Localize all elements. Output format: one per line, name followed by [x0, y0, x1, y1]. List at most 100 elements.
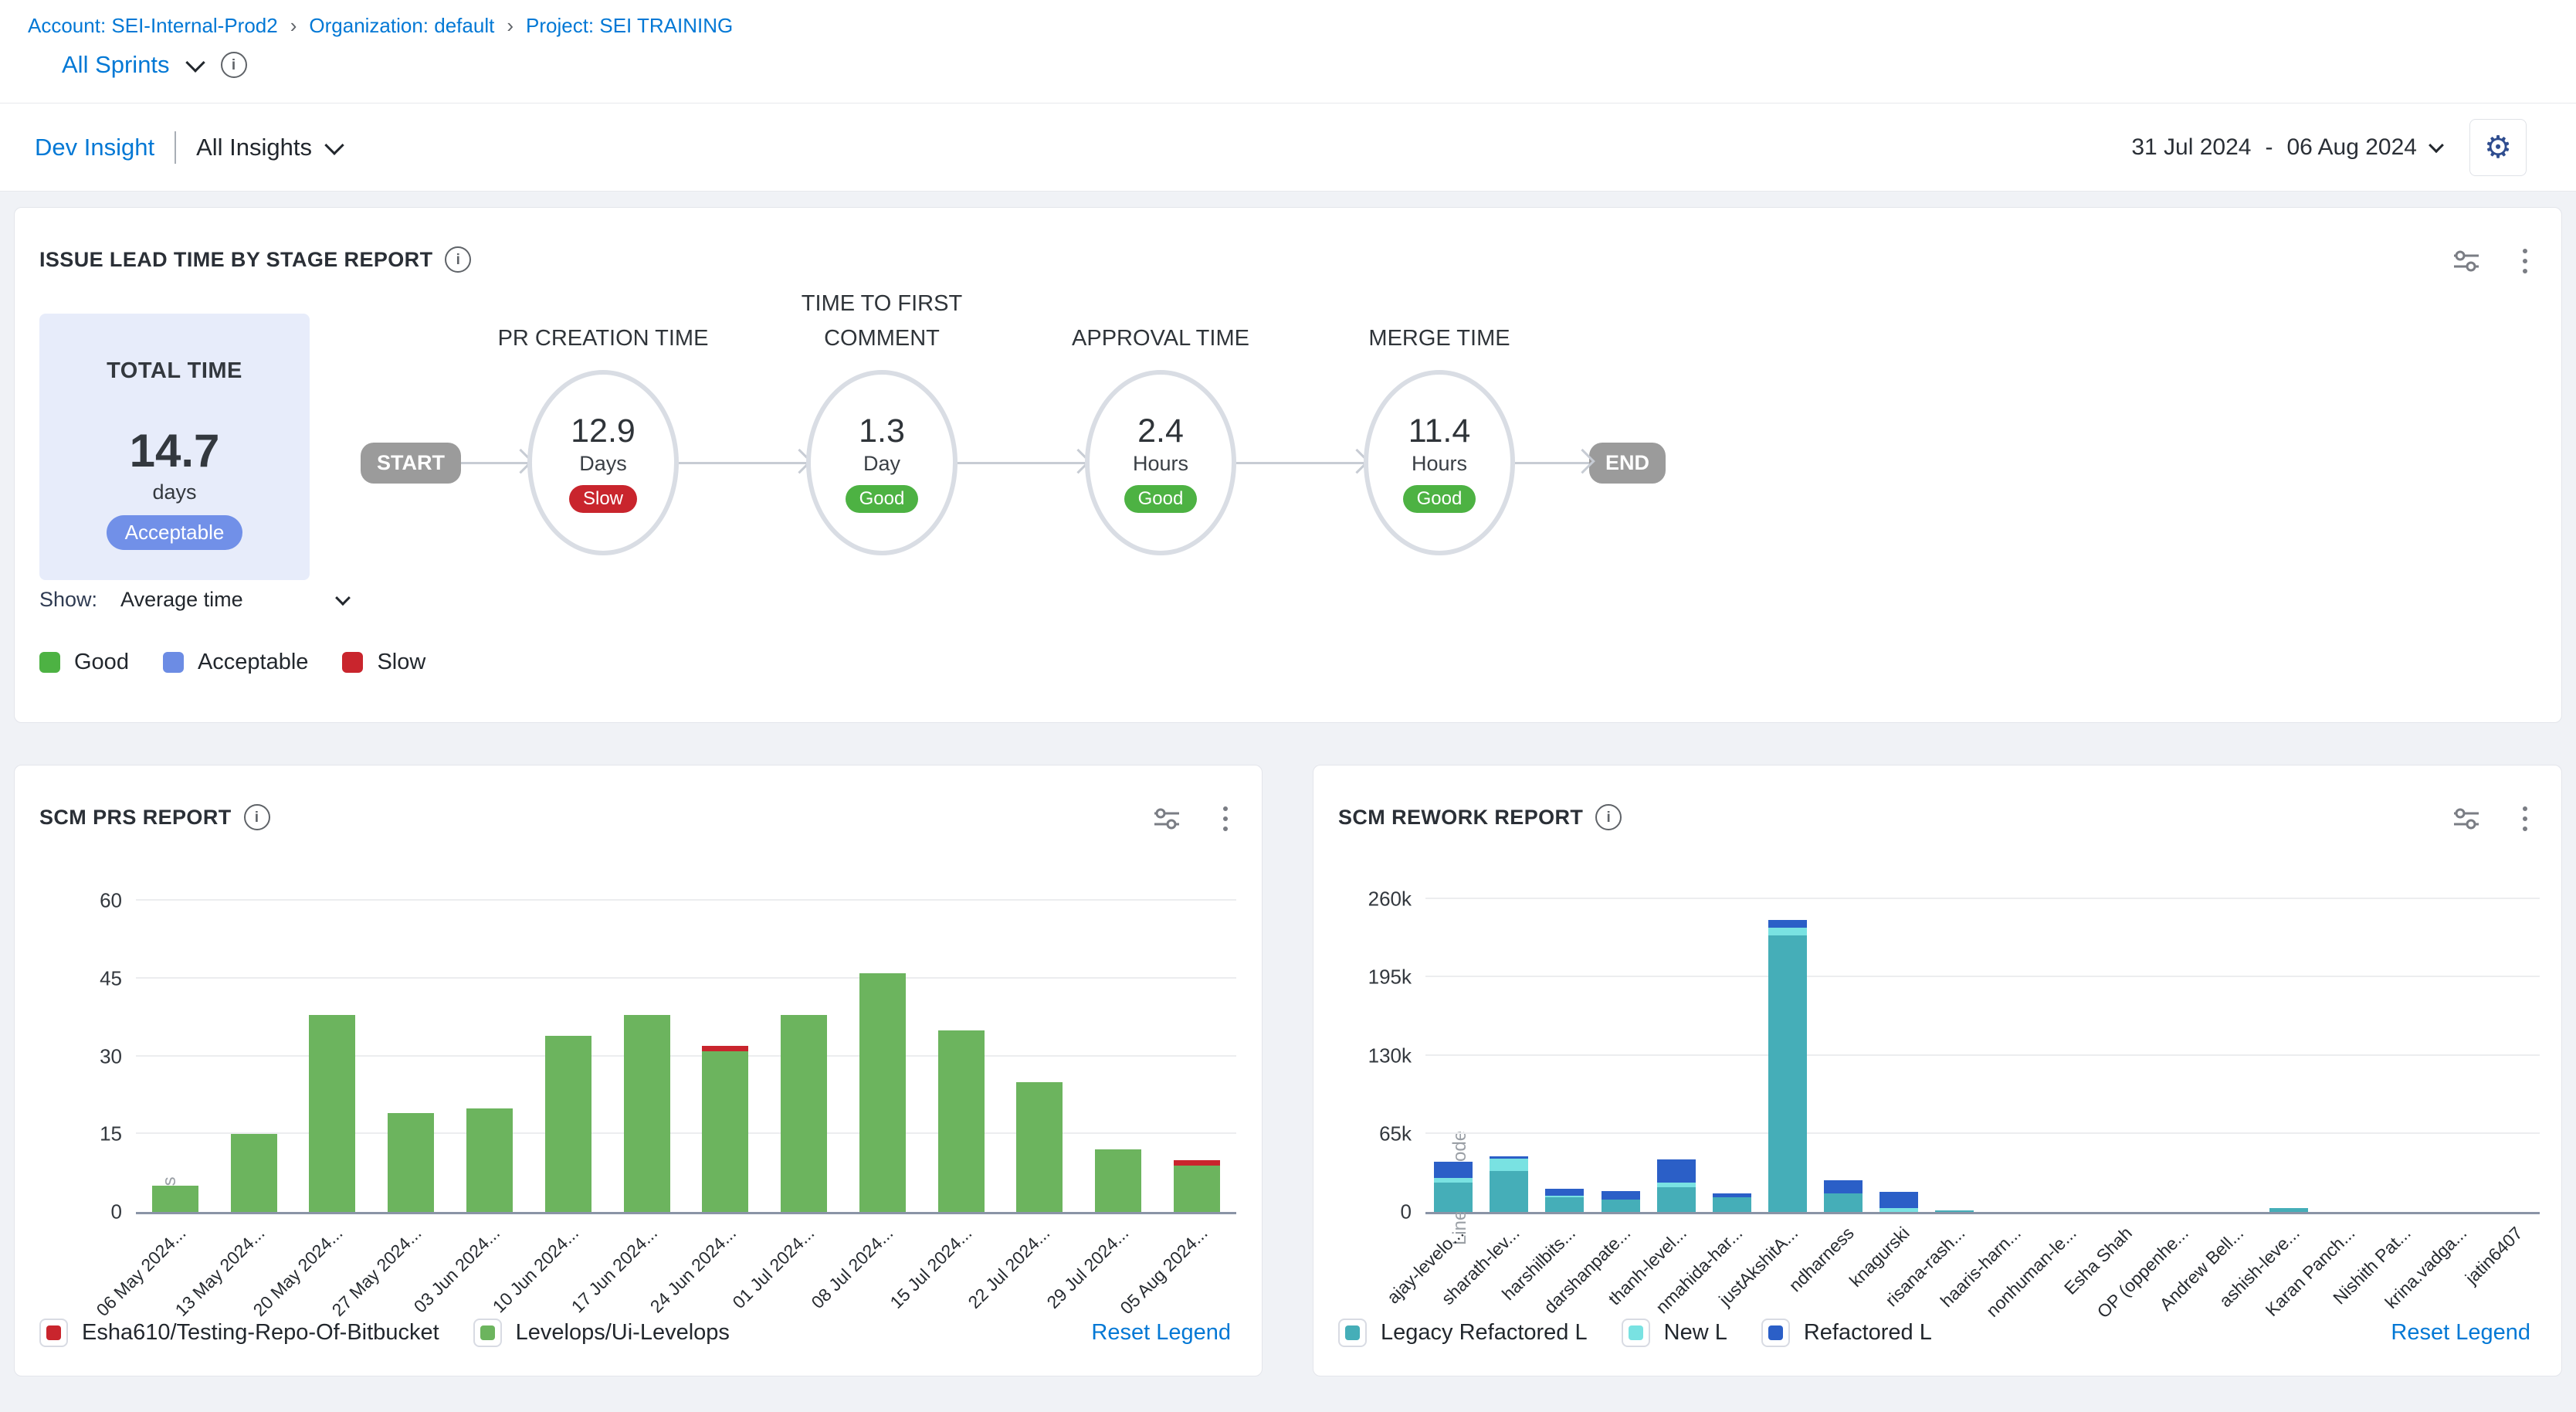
legend-item[interactable]: Refactored L — [1761, 1319, 1932, 1347]
bar-column[interactable]: Nishith Pat... — [2373, 899, 2429, 1212]
bar-column[interactable]: sharath-lev... — [1481, 899, 1537, 1212]
stage-circle[interactable]: 1.3 Day Good — [806, 370, 958, 555]
bar-segment[interactable] — [1434, 1183, 1473, 1212]
bar-segment[interactable] — [1434, 1162, 1473, 1177]
bar-column[interactable]: krina.vadga... — [2429, 899, 2484, 1212]
filter-sliders-icon[interactable] — [2450, 245, 2483, 277]
reset-legend-link[interactable]: Reset Legend — [2391, 1320, 2530, 1346]
date-range-picker[interactable]: 31 Jul 2024 - 06 Aug 2024 — [2131, 134, 2442, 161]
bar-column[interactable]: 22 Jul 2024... — [1001, 901, 1080, 1212]
breadcrumb-organization[interactable]: Organization: default — [309, 14, 494, 38]
legend-item[interactable]: Legacy Refactored L — [1338, 1319, 1588, 1347]
bar-segment[interactable] — [388, 1113, 434, 1212]
reset-legend-link[interactable]: Reset Legend — [1091, 1320, 1231, 1346]
bar-segment[interactable] — [624, 1015, 670, 1212]
bar-column[interactable]: 17 Jun 2024... — [608, 901, 686, 1212]
module-title[interactable]: Dev Insight — [35, 134, 154, 161]
bar-segment[interactable] — [702, 1046, 748, 1051]
bar-column[interactable]: nonhuman-le... — [2039, 899, 2094, 1212]
bar-column[interactable]: 08 Jul 2024... — [843, 901, 922, 1212]
bar-column[interactable]: ajay-levelo... — [1425, 899, 1481, 1212]
bar-column[interactable]: 29 Jul 2024... — [1079, 901, 1158, 1212]
bar-column[interactable]: nmahida-har... — [1704, 899, 1760, 1212]
bar-segment[interactable] — [781, 1015, 827, 1212]
filter-sliders-icon[interactable] — [2450, 803, 2483, 835]
bar-column[interactable]: 15 Jul 2024... — [922, 901, 1001, 1212]
bar-segment[interactable] — [1602, 1191, 1640, 1200]
bar-column[interactable]: 10 Jun 2024... — [529, 901, 608, 1212]
bar-segment[interactable] — [231, 1134, 277, 1212]
legend-item[interactable]: Levelops/Ui-Levelops — [473, 1319, 730, 1347]
info-icon[interactable]: i — [1595, 804, 1622, 830]
bar-segment[interactable] — [1490, 1159, 1528, 1171]
legend-item[interactable]: New L — [1622, 1319, 1727, 1347]
bar-segment[interactable] — [1602, 1200, 1640, 1212]
bar-segment[interactable] — [1016, 1082, 1063, 1212]
chevron-down-icon[interactable] — [185, 53, 205, 72]
bar-segment[interactable] — [1174, 1166, 1220, 1212]
settings-gear-button[interactable]: ⚙ — [2469, 119, 2527, 176]
bar-segment[interactable] — [1657, 1187, 1696, 1212]
bar-segment[interactable] — [1545, 1189, 1584, 1196]
bar-segment[interactable] — [1824, 1193, 1863, 1212]
bar-column[interactable]: 20 May 2024... — [293, 901, 372, 1212]
bar-column[interactable]: OP (oppenhe... — [2150, 899, 2205, 1212]
bar-column[interactable]: thanh-level... — [1649, 899, 1704, 1212]
bar-column[interactable]: 05 Aug 2024... — [1158, 901, 1236, 1212]
bar-column[interactable]: ashish-leve... — [2261, 899, 2317, 1212]
bar-segment[interactable] — [1768, 935, 1807, 1212]
bar-segment[interactable] — [1657, 1159, 1696, 1183]
bar-segment[interactable] — [2269, 1208, 2308, 1212]
bar-column[interactable]: haaris-harn... — [1983, 899, 2039, 1212]
bar-segment[interactable] — [1545, 1197, 1584, 1212]
stage-circle[interactable]: 2.4 Hours Good — [1085, 370, 1236, 555]
breadcrumb-account[interactable]: Account: SEI-Internal-Prod2 — [28, 14, 278, 38]
kebab-menu-icon[interactable] — [2520, 803, 2530, 834]
bar-column[interactable]: justAkshitA... — [1760, 899, 1815, 1212]
insight-selector[interactable]: All Insights — [196, 134, 341, 161]
bar-column[interactable]: Karan Panch... — [2317, 899, 2373, 1212]
bar-segment[interactable] — [309, 1015, 355, 1212]
bar-segment[interactable] — [1768, 920, 1807, 928]
prs-bar-chart[interactable]: PRs 01530456006 May 2024...13 May 2024..… — [136, 901, 1236, 1214]
bar-segment[interactable] — [1490, 1171, 1528, 1212]
kebab-menu-icon[interactable] — [2520, 246, 2530, 277]
bar-column[interactable]: 24 Jun 2024... — [686, 901, 764, 1212]
bar-segment[interactable] — [545, 1036, 591, 1212]
rework-bar-chart[interactable]: Lines of Code 065k130k195k260kajay-level… — [1425, 899, 2540, 1214]
bar-segment[interactable] — [466, 1108, 513, 1212]
bar-segment[interactable] — [938, 1030, 985, 1212]
bar-segment[interactable] — [152, 1186, 198, 1212]
info-icon[interactable]: i — [221, 52, 247, 78]
bar-column[interactable]: 06 May 2024... — [136, 901, 215, 1212]
bar-segment[interactable] — [1879, 1192, 1918, 1208]
sprint-selector[interactable]: All Sprints i — [62, 51, 247, 79]
bar-column[interactable]: knagurski — [1871, 899, 1927, 1212]
bar-column[interactable]: Andrew Bell... — [2205, 899, 2261, 1212]
breadcrumb-project[interactable]: Project: SEI TRAINING — [526, 14, 733, 38]
bar-segment[interactable] — [859, 973, 906, 1212]
bar-column[interactable]: risana-rash... — [1927, 899, 1982, 1212]
info-icon[interactable]: i — [244, 804, 270, 830]
show-dropdown[interactable]: Show: Average time — [39, 588, 348, 612]
bar-column[interactable]: 27 May 2024... — [371, 901, 450, 1212]
bar-column[interactable]: 03 Jun 2024... — [450, 901, 529, 1212]
bar-column[interactable]: Esha Shah — [2094, 899, 2150, 1212]
info-icon[interactable]: i — [445, 246, 471, 273]
filter-sliders-icon[interactable] — [1151, 803, 1183, 835]
bar-segment[interactable] — [1174, 1160, 1220, 1166]
bar-segment[interactable] — [1768, 928, 1807, 935]
stage-circle[interactable]: 12.9 Days Slow — [527, 370, 679, 555]
legend-item[interactable]: Esha610/Testing-Repo-Of-Bitbucket — [39, 1319, 439, 1347]
bar-column[interactable]: jatin6407 — [2484, 899, 2540, 1212]
bar-column[interactable]: harshilbits... — [1537, 899, 1592, 1212]
bar-column[interactable]: ndharness — [1815, 899, 1871, 1212]
bar-column[interactable]: darshanpate... — [1592, 899, 1648, 1212]
bar-segment[interactable] — [1713, 1197, 1751, 1212]
bar-segment[interactable] — [1095, 1149, 1141, 1212]
kebab-menu-icon[interactable] — [1220, 803, 1231, 834]
bar-column[interactable]: 13 May 2024... — [215, 901, 293, 1212]
bar-segment[interactable] — [1824, 1180, 1863, 1193]
stage-circle[interactable]: 11.4 Hours Good — [1364, 370, 1515, 555]
bar-column[interactable]: 01 Jul 2024... — [764, 901, 843, 1212]
